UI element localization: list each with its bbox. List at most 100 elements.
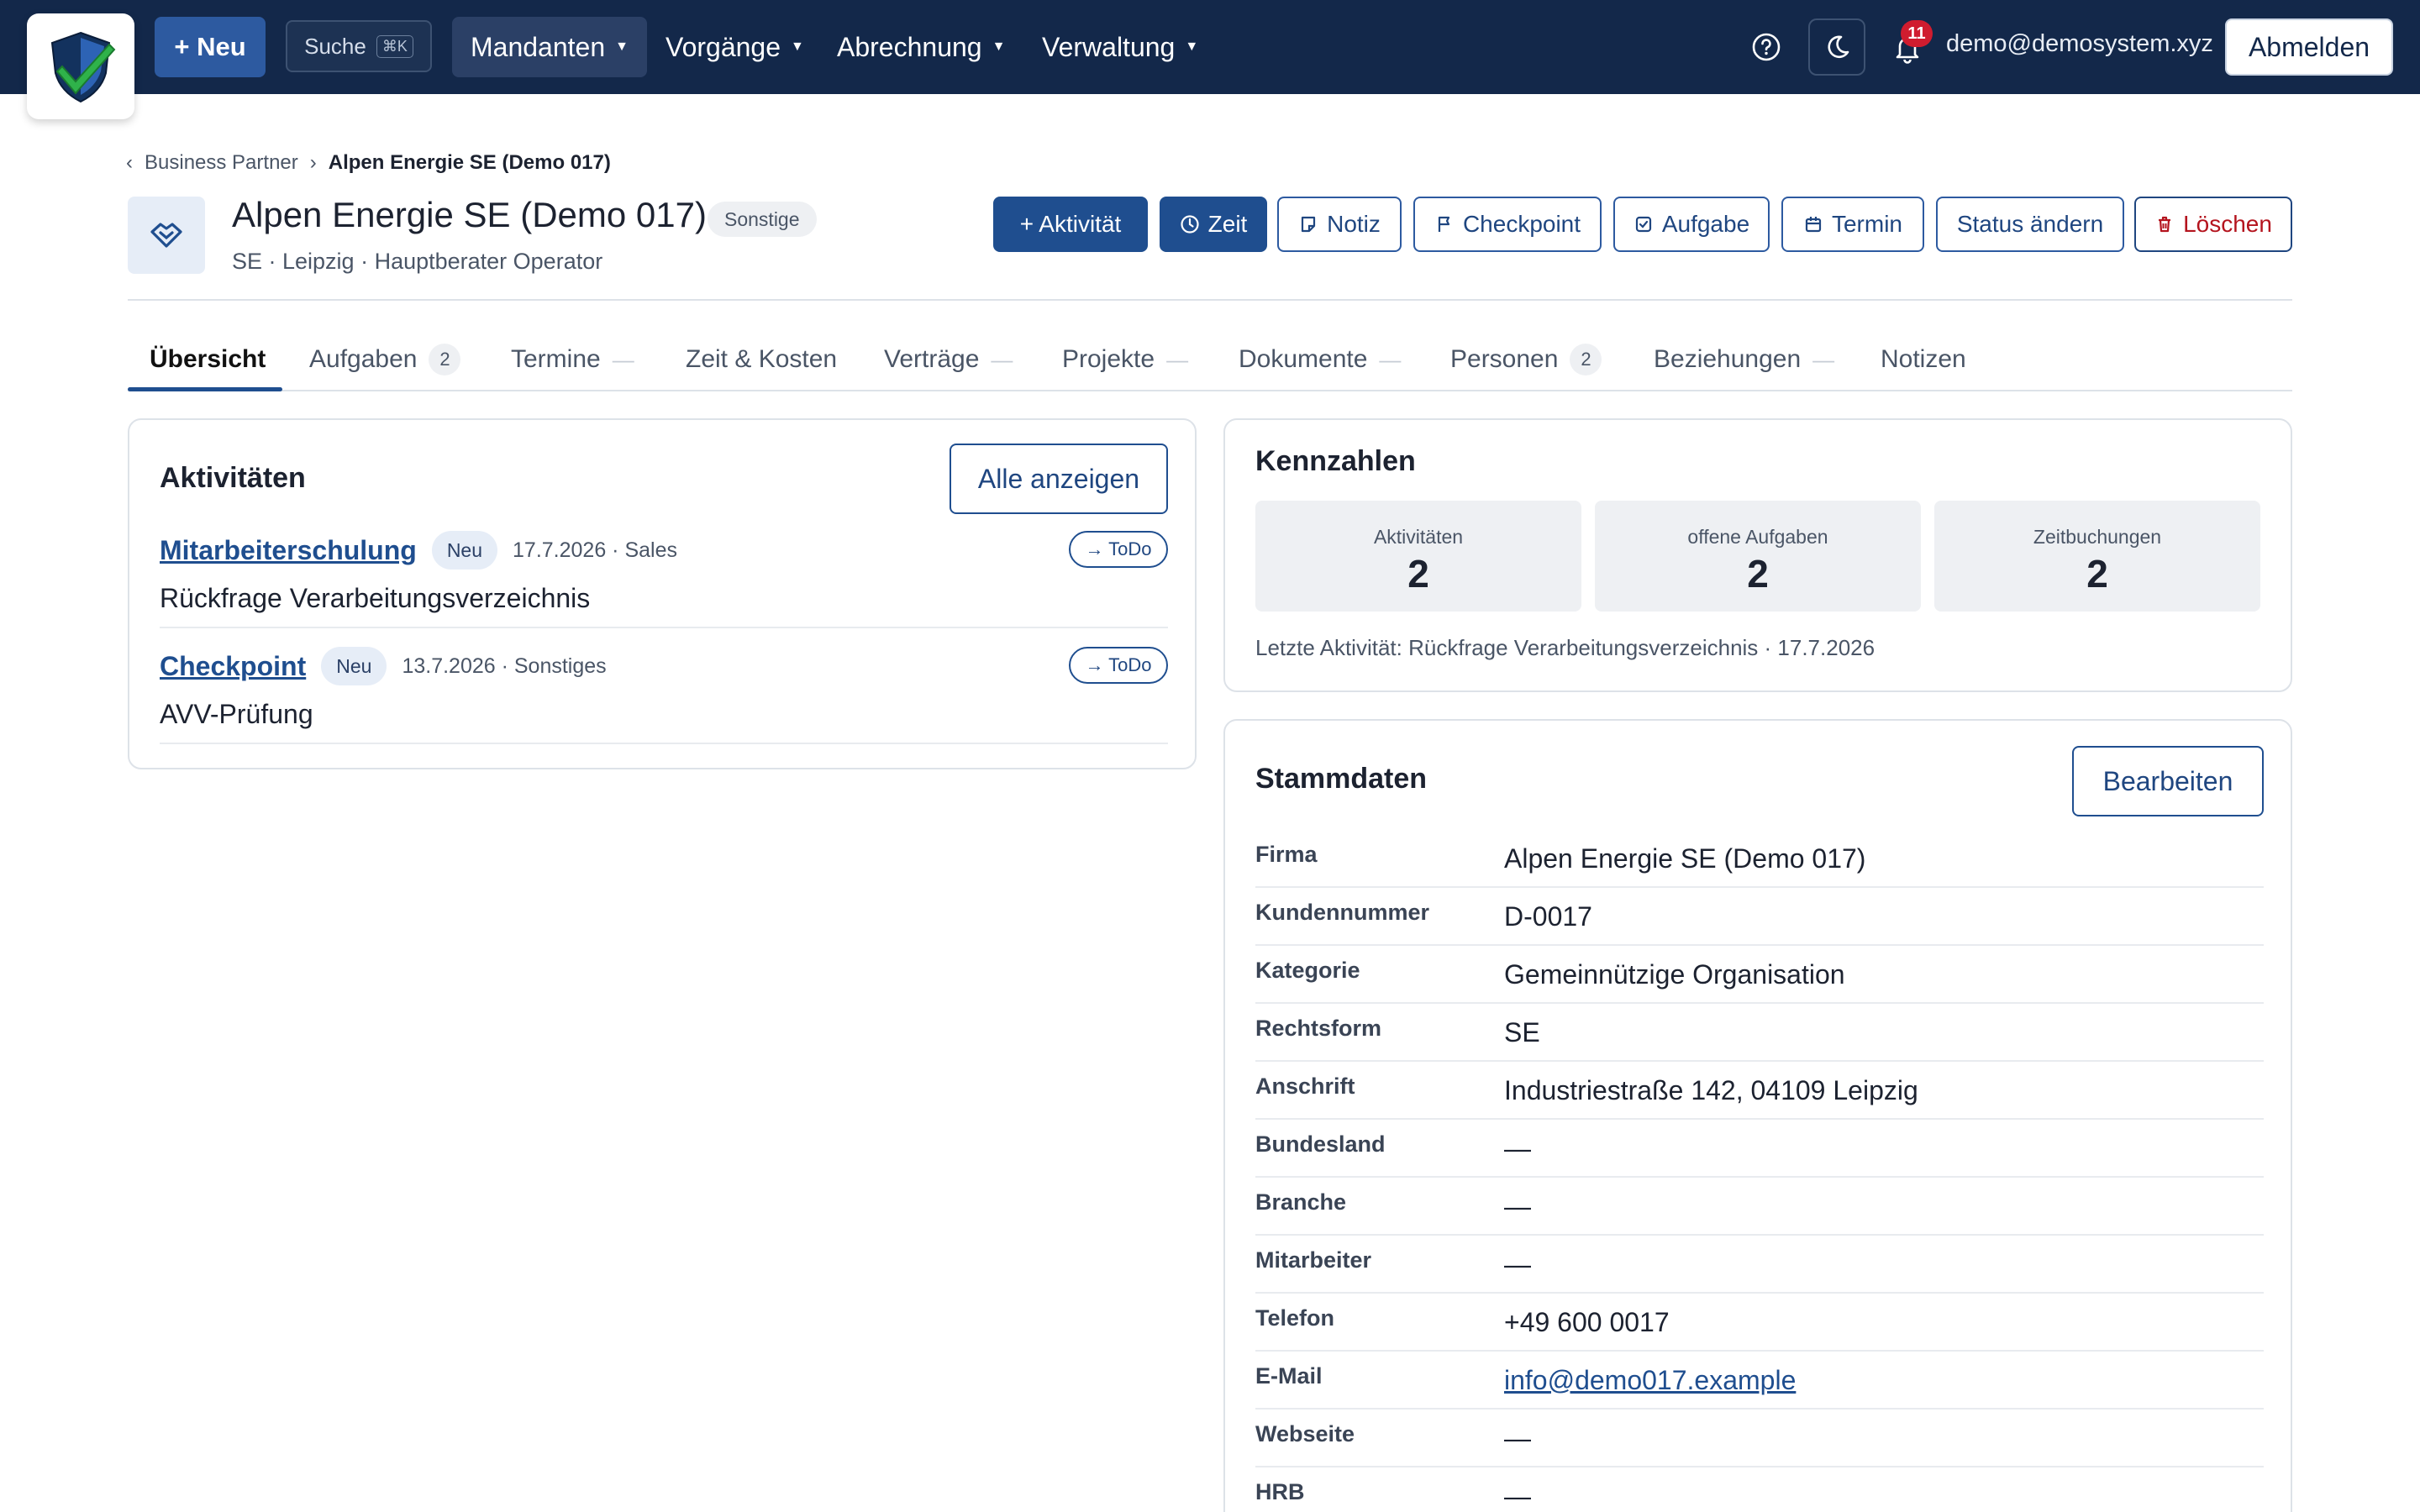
appointment-label: Termin — [1831, 211, 1902, 237]
checkbox-icon — [1635, 216, 1651, 233]
help-icon[interactable] — [1749, 30, 1783, 64]
chevron-down-icon: ▼ — [615, 39, 629, 54]
chevron-down-icon: ▼ — [791, 39, 804, 54]
show-all-button[interactable]: Alle anzeigen — [950, 444, 1168, 514]
appointment-button[interactable]: Termin — [1781, 197, 1924, 252]
time-button[interactable]: Zeit — [1160, 197, 1267, 252]
add-activity-button[interactable]: + Aktivität — [993, 197, 1148, 252]
dark-mode-toggle[interactable] — [1808, 18, 1865, 76]
kpi-card: Kennzahlen Aktivitäten 2 offene Aufgaben… — [1223, 418, 2292, 692]
kpi-title: Kennzahlen — [1255, 445, 1416, 477]
note-label: Notiz — [1327, 211, 1381, 237]
edit-button[interactable]: Bearbeiten — [2072, 746, 2264, 816]
tab-label: Projekte — [1062, 345, 1155, 373]
logout-button[interactable]: Abmelden — [2225, 18, 2393, 76]
top-navigation-bar: + Neu Suche ⌘K Mandanten ▼ Vorgänge ▼ Ab… — [0, 0, 2420, 94]
field-row-email: E-Mail info@demo017.example — [1255, 1352, 2264, 1410]
search-button[interactable]: Suche ⌘K — [286, 20, 432, 72]
tab-count-badge: 2 — [1570, 344, 1602, 375]
tab-aufgaben[interactable]: Aufgaben 2 — [309, 328, 461, 391]
task-label: Aufgabe — [1661, 211, 1750, 237]
todo-button[interactable]: → ToDo — [1069, 647, 1168, 684]
field-value: +49 600 0017 — [1504, 1307, 1670, 1337]
kpi-value: 2 — [1747, 552, 1769, 596]
breadcrumb-separator-icon: › — [309, 151, 317, 174]
handshake-icon — [128, 197, 205, 274]
field-label: Kundennummer — [1255, 900, 1430, 925]
delete-label: Löschen — [2183, 211, 2272, 237]
activity-link[interactable]: Mitarbeiterschulung — [160, 535, 417, 566]
change-status-label: Status ändern — [1956, 211, 2104, 237]
breadcrumb: ‹ Business Partner › Alpen Energie SE (D… — [126, 151, 611, 175]
tab-label: Zeit & Kosten — [686, 345, 838, 373]
checkpoint-button[interactable]: Checkpoint — [1413, 197, 1602, 252]
row-divider — [160, 627, 1168, 628]
tab-bar: Übersicht Aufgaben 2 Termine — Zeit & Ko… — [128, 328, 2292, 391]
tab-projekte[interactable]: Projekte — — [1062, 328, 1188, 391]
email-link[interactable]: info@demo017.example — [1504, 1365, 1796, 1396]
tab-empty-indicator: — — [612, 346, 634, 372]
flag-icon — [1438, 216, 1450, 232]
nav-menu-label: Mandanten — [471, 31, 606, 62]
breadcrumb-back-icon[interactable]: ‹ — [126, 151, 133, 175]
field-value: — — [1504, 1191, 1531, 1221]
notification-count-badge: 11 — [1901, 20, 1933, 47]
field-value: — — [1504, 1249, 1531, 1279]
kpi-label: offene Aufgaben — [1687, 526, 1828, 548]
tab-vertraege[interactable]: Verträge — — [884, 328, 1013, 391]
activity-description: Rückfrage Verarbeitungsverzeichnis — [160, 583, 591, 613]
tab-label: Termine — [511, 345, 601, 373]
new-button[interactable]: + Neu — [155, 17, 266, 77]
tab-beziehungen[interactable]: Beziehungen — — [1654, 328, 1834, 391]
tab-empty-indicator: — — [1812, 346, 1835, 372]
tab-notizen[interactable]: Notizen — [1881, 328, 1966, 391]
tab-termine[interactable]: Termine — — [511, 328, 634, 391]
field-value: — — [1504, 1481, 1531, 1511]
nav-menu-verwaltung[interactable]: Verwaltung ▼ — [1023, 17, 1217, 77]
field-label: HRB — [1255, 1479, 1305, 1504]
change-status-button[interactable]: Status ändern — [1936, 197, 2124, 252]
tab-personen[interactable]: Personen 2 — [1450, 328, 1602, 391]
task-button[interactable]: Aufgabe — [1613, 197, 1770, 252]
nav-menu-label: Abrechnung — [837, 31, 982, 62]
checkpoint-label: Checkpoint — [1462, 211, 1581, 237]
kpi-label: Zeitbuchungen — [2033, 526, 2162, 548]
app-logo[interactable] — [27, 13, 134, 119]
kpi-label: Aktivitäten — [1373, 526, 1464, 548]
tab-uebersicht[interactable]: Übersicht — [150, 328, 266, 391]
tab-label: Personen — [1450, 345, 1559, 373]
master-data-card: Stammdaten Bearbeiten Firma Alpen Energi… — [1223, 719, 2292, 1512]
moon-icon — [1828, 35, 1849, 59]
kpi-value: 2 — [2086, 552, 2108, 596]
nav-menu-vorgaenge[interactable]: Vorgänge ▼ — [647, 17, 823, 77]
user-email: demo@demosystem.xyz — [1946, 30, 2213, 57]
category-badge: Sonstige — [708, 202, 817, 237]
kpi-tile-activities: Aktivitäten 2 — [1255, 501, 1581, 612]
field-row-webseite: Webseite — — [1255, 1410, 2264, 1467]
tab-label: Beziehungen — [1654, 345, 1802, 373]
tab-label: Aufgaben — [309, 345, 418, 373]
row-divider — [160, 743, 1168, 744]
field-value: Gemeinnützige Organisation — [1504, 959, 1845, 990]
tab-label: Übersicht — [150, 345, 266, 373]
activity-link[interactable]: Checkpoint — [160, 651, 306, 682]
field-value: SE — [1504, 1017, 1540, 1047]
nav-menu-mandanten[interactable]: Mandanten ▼ — [452, 17, 647, 77]
delete-button[interactable]: Löschen — [2134, 197, 2292, 252]
activity-meta: 13.7.2026 · Sonstiges — [402, 654, 607, 678]
tab-count-badge: 2 — [429, 344, 461, 375]
field-value: Alpen Energie SE (Demo 017) — [1504, 843, 1866, 874]
field-row-kategorie: Kategorie Gemeinnützige Organisation — [1255, 946, 2264, 1004]
field-value: — — [1504, 1423, 1531, 1453]
nav-menu-abrechnung[interactable]: Abrechnung ▼ — [818, 17, 1023, 77]
calendar-icon — [1805, 217, 1822, 233]
search-label: Suche — [304, 33, 366, 59]
breadcrumb-current: Alpen Energie SE (Demo 017) — [328, 151, 611, 174]
note-button[interactable]: Notiz — [1277, 197, 1402, 252]
todo-button[interactable]: → ToDo — [1069, 531, 1168, 568]
field-row-branche: Branche — — [1255, 1178, 2264, 1236]
page-subtitle: SE · Leipzig · Hauptberater Operator — [232, 249, 603, 274]
tab-zeit-kosten[interactable]: Zeit & Kosten — [686, 328, 837, 391]
breadcrumb-parent-link[interactable]: Business Partner — [145, 151, 298, 175]
tab-dokumente[interactable]: Dokumente — — [1239, 328, 1401, 391]
